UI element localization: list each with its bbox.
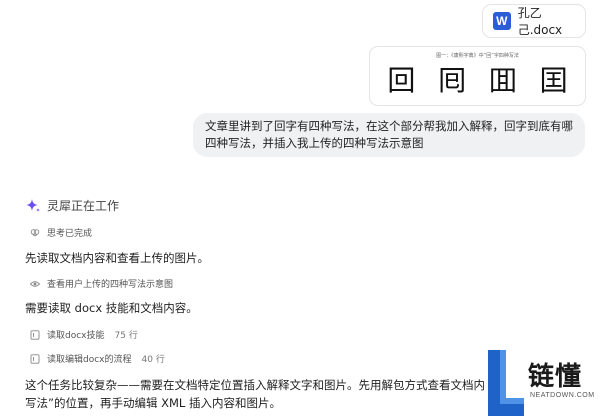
assistant-paragraph-2: 需要读取 docx 技能和文档内容。 (25, 301, 198, 315)
read-flow-line-count: 40 行 (141, 355, 165, 365)
file-read-icon (30, 329, 40, 340)
watermark-domain: NEATDOWN.COM (530, 392, 595, 399)
think-done-label: 思考已完成 (47, 229, 93, 239)
user-message-line-1: 文章里讲到了回字有四种写法，在这个部分帮我加入解释，回字到底有哪 (205, 119, 573, 133)
attached-image-preview[interactable]: 图一：《康熙字典》中“回”字四种写法 回 囘 囬 囯 (369, 46, 586, 106)
image-char-2: 囘 (438, 64, 467, 97)
assistant-paragraph-3-line-1: 这个任务比较复杂——需要在文档特定位置插入解释文字和图片。先用解包方式查看文档内 (25, 378, 485, 392)
attached-file-name: 孔乙己.docx (517, 6, 563, 37)
user-message-line-2: 四种写法，并插入我上传的四种写法示意图 (205, 136, 424, 150)
eye-icon (30, 280, 40, 287)
file-read-icon (30, 353, 40, 364)
sparkle-icon (26, 198, 40, 212)
image-char-1: 回 (387, 64, 416, 97)
user-message-bubble: 文章里讲到了回字有四种写法，在这个部分帮我加入解释，回字到底有哪 四种写法，并插… (193, 113, 585, 157)
read-skill-label: 读取docx技能 (47, 331, 105, 341)
assistant-paragraph-3-line-2: 写法”的位置，再手动编辑 XML 插入内容和图片。 (25, 396, 281, 410)
read-skill-step[interactable]: 读取docx技能 75 行 (30, 328, 138, 341)
view-image-step[interactable]: 查看用户上传的四种写法示意图 (30, 277, 173, 290)
watermark-logo: 链懂 NEATDOWN.COM (486, 348, 600, 418)
attached-file-chip[interactable]: W 孔乙己.docx (482, 4, 586, 38)
watermark-brand: 链懂 (528, 362, 583, 392)
watermark-l-icon (488, 350, 524, 416)
think-done-step[interactable]: 思考已完成 (30, 226, 92, 239)
assistant-paragraph-1: 先读取文档内容和查看上传的图片。 (25, 251, 209, 265)
image-char-3: 囬 (488, 64, 517, 97)
brain-icon (30, 228, 40, 236)
word-document-icon: W (493, 12, 511, 30)
image-character-row: 回 囘 囬 囯 (376, 62, 579, 100)
view-image-label: 查看用户上传的四种写法示意图 (47, 280, 174, 290)
assistant-status-text: 灵犀正在工作 (47, 199, 120, 213)
read-flow-step[interactable]: 读取编辑docx的流程 40 行 (30, 352, 165, 365)
assistant-status: 灵犀正在工作 (25, 197, 119, 214)
image-caption: 图一：《康熙字典》中“回”字四种写法 (436, 53, 519, 59)
assistant-paragraph-3: 这个任务比较复杂——需要在文档特定位置插入解释文字和图片。先用解包方式查看文档内… (25, 376, 485, 412)
read-skill-line-count: 75 行 (114, 331, 138, 341)
image-char-4: 囯 (539, 64, 568, 97)
read-flow-label: 读取编辑docx的流程 (47, 355, 132, 365)
